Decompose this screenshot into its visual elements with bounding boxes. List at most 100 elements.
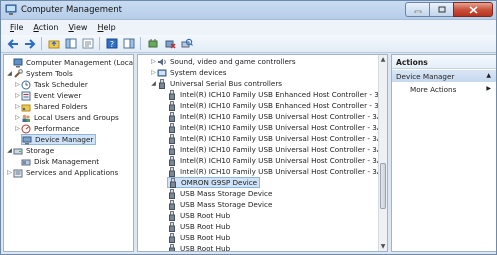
- tree-item-label: Performance: [34, 124, 80, 133]
- tree-item-label: Disk Management: [34, 157, 100, 166]
- collapse-arrow-icon[interactable]: ◢: [6, 147, 13, 154]
- usb-device-item[interactable]: Intel(R) ICH10 Family USB Universal Host…: [167, 122, 388, 133]
- device-tree-label: OMRON G9SP Device: [181, 178, 258, 187]
- services-icon: [13, 168, 23, 178]
- usb-device-icon: [167, 100, 177, 111]
- tree-item-task-scheduler[interactable]: ▷ Task Scheduler: [14, 79, 88, 90]
- usb-device-item[interactable]: Intel(R) ICH10 Family USB Universal Host…: [167, 155, 387, 166]
- computer-icon: [13, 58, 23, 68]
- tree-item-disk-management[interactable]: Disk Management: [21, 156, 99, 167]
- usb-device-item[interactable]: USB Root Hub: [167, 243, 230, 251]
- folder-share-icon: [21, 102, 31, 112]
- scroll-up-arrow-icon[interactable]: ▲: [379, 55, 387, 64]
- usb-device-icon: [167, 210, 177, 221]
- tree-item-label: System Tools: [26, 69, 73, 78]
- minimize-button[interactable]: [405, 2, 429, 17]
- tree-item-label: Storage: [26, 146, 55, 155]
- scroll-down-arrow-icon[interactable]: ▼: [379, 242, 387, 251]
- device-tree-label: USB Root Hub: [180, 211, 231, 220]
- device-tree-label: Intel(R) ICH10 Family USB Universal Host…: [180, 134, 388, 143]
- device-category-sound[interactable]: ▷ Sound, video and game controllers: [150, 56, 295, 67]
- usb-device-item[interactable]: Intel(R) ICH10 Family USB Universal Host…: [167, 133, 388, 144]
- device-tree-label: Intel(R) ICH10 Family USB Universal Host…: [180, 123, 388, 132]
- usb-device-icon: [167, 133, 177, 144]
- menu-view[interactable]: View: [63, 23, 92, 32]
- scan-hardware-changes-button[interactable]: [179, 37, 194, 51]
- device-category-system-devices[interactable]: ▷ System devices: [150, 67, 226, 78]
- up-folder-button[interactable]: [46, 37, 61, 51]
- toolbar: ?: [1, 35, 496, 53]
- scrollbar-thumb[interactable]: [380, 163, 386, 209]
- forward-arrow-icon: [24, 38, 35, 49]
- tree-item-performance[interactable]: ▷ Performance: [14, 123, 80, 134]
- device-category-usb-controllers[interactable]: ◢ Universal Serial Bus controllers: [150, 78, 282, 89]
- usb-device-icon: [167, 122, 177, 133]
- tree-item-shared-folders[interactable]: ▷ Shared Folders: [14, 101, 88, 112]
- actions-header: Actions: [392, 55, 496, 69]
- usb-device-icon: [167, 199, 177, 210]
- tree-item-local-users-and-groups[interactable]: ▷ Local Users and Groups: [14, 112, 119, 123]
- expand-arrow-icon[interactable]: ▷: [14, 125, 21, 132]
- usb-device-item[interactable]: USB Root Hub: [167, 210, 230, 221]
- more-actions-item[interactable]: More Actions: [410, 85, 456, 94]
- tree-item-storage[interactable]: ◢ Storage: [6, 145, 54, 156]
- uninstall-device-button[interactable]: [162, 37, 177, 51]
- tree-item-event-viewer[interactable]: ▷ Event Viewer: [14, 90, 81, 101]
- usb-device-icon: [168, 177, 178, 188]
- collapse-arrow-icon[interactable]: ◢: [6, 70, 13, 77]
- usb-device-icon: [167, 155, 177, 166]
- expand-arrow-icon[interactable]: ▷: [14, 114, 21, 121]
- update-driver-icon: [148, 39, 157, 48]
- computer-management-window: Computer Management File Action View Hel…: [0, 0, 497, 255]
- update-driver-button[interactable]: [145, 37, 160, 51]
- device-tree-label: USB Mass Storage Device: [180, 189, 273, 198]
- menu-help-label: elp: [103, 23, 116, 32]
- menu-action[interactable]: Action: [28, 23, 63, 32]
- usb-device-item[interactable]: USB Mass Storage Device: [167, 199, 272, 210]
- tree-item-device-manager[interactable]: Device Manager: [21, 134, 97, 145]
- usb-device-item[interactable]: Intel(R) ICH10 Family USB Universal Host…: [167, 166, 387, 177]
- tree-item-services-and-applications[interactable]: ▷ Services and Applications: [6, 167, 118, 178]
- show-action-pane-button[interactable]: [121, 37, 136, 51]
- usb-device-item[interactable]: USB Root Hub: [167, 221, 230, 232]
- tree-item-label: Task Scheduler: [34, 80, 88, 89]
- expand-arrow-icon[interactable]: ▷: [6, 169, 13, 176]
- usb-device-item-selected[interactable]: OMRON G9SP Device: [167, 177, 261, 188]
- usb-device-item[interactable]: Intel(R) ICH10 Family USB Universal Host…: [167, 144, 387, 155]
- collapse-section-icon[interactable]: ▲: [486, 72, 491, 79]
- menu-help[interactable]: Help: [92, 23, 120, 32]
- window-title: Computer Management: [21, 5, 122, 15]
- expand-arrow-icon[interactable]: ▷: [14, 81, 21, 88]
- close-icon: [468, 5, 478, 14]
- show-hide-console-tree-button[interactable]: [63, 37, 78, 51]
- collapse-arrow-icon[interactable]: ◢: [150, 80, 157, 87]
- help-button[interactable]: ?: [104, 37, 119, 51]
- back-button[interactable]: [5, 37, 20, 51]
- usb-device-item[interactable]: USB Root Hub: [167, 232, 230, 243]
- usb-device-item[interactable]: Intel(R) ICH10 Family USB Universal Host…: [167, 111, 388, 122]
- expand-arrow-icon[interactable]: ▷: [14, 92, 21, 99]
- tree-item-system-tools[interactable]: ◢ System Tools: [6, 68, 73, 79]
- minimize-icon: [414, 10, 421, 13]
- expand-arrow-icon[interactable]: ▷: [14, 103, 21, 110]
- device-tree-label: Intel(R) ICH10 Family USB Universal Host…: [180, 112, 388, 121]
- title-bar[interactable]: Computer Management: [1, 1, 496, 20]
- properties-button[interactable]: [80, 37, 95, 51]
- forward-button[interactable]: [22, 37, 37, 51]
- usb-device-icon: [167, 188, 177, 199]
- expand-arrow-icon[interactable]: ▷: [150, 58, 157, 65]
- close-button[interactable]: [453, 2, 493, 17]
- device-tree-label: Intel(R) ICH10 Family USB Enhanced Host …: [180, 90, 388, 99]
- usb-device-icon: [167, 221, 177, 232]
- expand-arrow-icon[interactable]: ▷: [150, 69, 157, 76]
- maximize-button[interactable]: [429, 2, 453, 17]
- actions-section-device-manager[interactable]: Device Manager ▲: [392, 70, 496, 82]
- usb-device-item[interactable]: Intel(R) ICH10 Family USB Enhanced Host …: [167, 89, 388, 100]
- menu-file[interactable]: File: [5, 23, 28, 32]
- usb-device-item[interactable]: USB Mass Storage Device: [167, 188, 272, 199]
- usb-device-item[interactable]: Intel(R) ICH10 Family USB Enhanced Host …: [167, 100, 387, 111]
- tree-item-computer-management[interactable]: Computer Management (Local): [6, 57, 133, 68]
- vertical-scrollbar[interactable]: ▲ ▼: [378, 55, 387, 251]
- console-tree-icon: [65, 38, 76, 49]
- window-controls: [405, 2, 493, 17]
